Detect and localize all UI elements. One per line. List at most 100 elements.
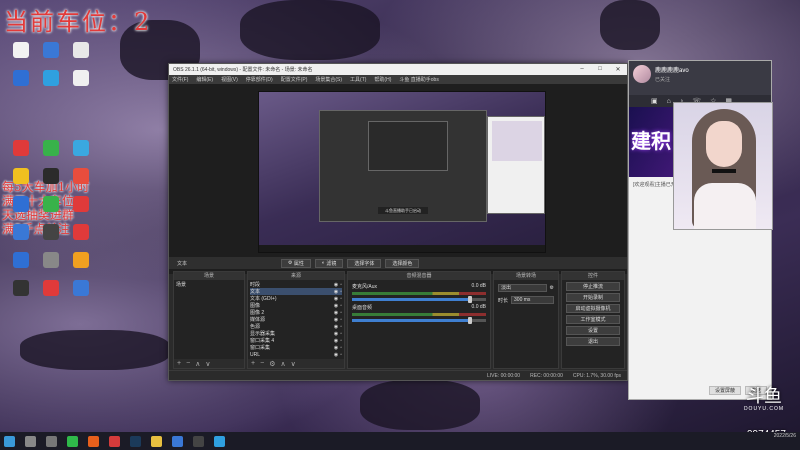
- desktop-shortcut-icon[interactable]: [6, 140, 36, 156]
- menu-douyu[interactable]: 斗鱼 直播助手obs: [399, 76, 438, 83]
- studio-mode-button[interactable]: 工作室模式: [566, 315, 620, 324]
- desktop-shortcut-icon[interactable]: [36, 42, 66, 58]
- stream-preview[interactable]: 斗鱼直播助手已启动: [258, 91, 546, 253]
- video-icon[interactable]: ▣: [651, 97, 658, 105]
- home-icon[interactable]: ⌂: [667, 98, 671, 105]
- menu-tools[interactable]: 工具(T): [350, 76, 366, 83]
- lock-icon[interactable]: ▫: [340, 338, 342, 344]
- wechat-icon[interactable]: [67, 435, 78, 447]
- transition-select[interactable]: 淡出: [498, 284, 547, 292]
- steam-icon[interactable]: [130, 435, 141, 447]
- add-icon[interactable]: +: [251, 360, 255, 367]
- menu-docks[interactable]: 停靠部件(D): [246, 76, 273, 83]
- exit-button[interactable]: 退出: [566, 337, 620, 346]
- desktop-shortcut-icon[interactable]: [36, 224, 66, 240]
- app-icon[interactable]: [172, 435, 183, 447]
- menu-help[interactable]: 帮助(H): [374, 76, 391, 83]
- source-item[interactable]: 时段 ◉ ▫: [250, 281, 342, 289]
- volume-slider[interactable]: [352, 317, 486, 324]
- menu-file[interactable]: 文件(F): [172, 76, 188, 83]
- filters-button[interactable]: ◐ 滤镜: [314, 258, 344, 268]
- start-recording-button[interactable]: 开始录制: [566, 293, 620, 302]
- lock-icon[interactable]: ▫: [340, 324, 342, 330]
- task-view-icon[interactable]: [46, 435, 57, 447]
- source-item[interactable]: 文本 ◉ ▫: [250, 288, 342, 295]
- lock-icon[interactable]: ▫: [340, 317, 342, 323]
- menu-view[interactable]: 视图(V): [221, 76, 238, 83]
- desktop-shortcut-icon[interactable]: [36, 70, 66, 86]
- duration-input[interactable]: 300 ms: [511, 296, 554, 304]
- gear-icon[interactable]: ⚙: [550, 285, 554, 291]
- desktop-shortcut-icon[interactable]: [36, 196, 66, 212]
- scene-item[interactable]: 场景: [176, 281, 242, 288]
- remove-icon[interactable]: −: [260, 360, 264, 367]
- desktop-shortcut-icon[interactable]: [6, 42, 36, 58]
- desktop-shortcut-icon[interactable]: [36, 252, 66, 268]
- source-item[interactable]: 窗口采集 4 ◉ ▫: [250, 337, 342, 345]
- desktop-shortcut-icon[interactable]: [66, 224, 96, 240]
- obs-window[interactable]: OBS 26.1.1 (64-bit, windows) - 配置文件: 未命名…: [168, 63, 628, 381]
- desktop-shortcut-icon[interactable]: [66, 196, 96, 212]
- obs-icon[interactable]: [193, 435, 204, 447]
- desktop-shortcut-icon[interactable]: [66, 280, 96, 296]
- lock-icon[interactable]: ▫: [340, 282, 342, 288]
- add-icon[interactable]: +: [177, 360, 181, 367]
- minimize-icon[interactable]: –: [573, 66, 591, 73]
- lock-icon[interactable]: ▫: [340, 331, 342, 337]
- desktop-shortcut-icon[interactable]: [66, 70, 96, 86]
- lock-icon[interactable]: ▫: [340, 352, 342, 358]
- desktop-shortcut-icon[interactable]: [36, 280, 66, 296]
- desktop-shortcut-icon[interactable]: [6, 252, 36, 268]
- desktop-shortcut-icon[interactable]: [6, 70, 36, 86]
- close-icon[interactable]: ✕: [609, 66, 627, 73]
- menu-edit[interactable]: 编辑(E): [196, 76, 213, 83]
- source-item[interactable]: 色源 ◉ ▫: [250, 323, 342, 331]
- settings-button[interactable]: 设置: [566, 326, 620, 335]
- desktop-shortcut-icon[interactable]: [36, 140, 66, 156]
- douyu-icon[interactable]: [88, 435, 99, 447]
- visibility-icon[interactable]: ◉: [334, 310, 338, 316]
- select-color-button[interactable]: 选择颜色: [385, 258, 420, 268]
- remove-icon[interactable]: −: [186, 360, 190, 367]
- visibility-icon[interactable]: ◉: [334, 352, 338, 358]
- lock-icon[interactable]: ▫: [340, 310, 342, 316]
- desktop-shortcut-icon[interactable]: [36, 168, 66, 184]
- stop-streaming-button[interactable]: 停止推流: [566, 282, 620, 291]
- obs-titlebar[interactable]: OBS 26.1.1 (64-bit, windows) - 配置文件: 未命名…: [169, 64, 627, 75]
- visibility-icon[interactable]: ◉: [334, 303, 338, 309]
- desktop-shortcut-icon[interactable]: [66, 168, 96, 184]
- visibility-icon[interactable]: ◉: [334, 282, 338, 288]
- desktop-shortcut-icon[interactable]: [6, 224, 36, 240]
- virtual-camera-button[interactable]: 启动虚拟摄像机: [566, 304, 620, 313]
- properties-button[interactable]: ⚙ 属性: [281, 258, 311, 268]
- search-icon[interactable]: [25, 435, 36, 447]
- menu-profile[interactable]: 配置文件(P): [281, 76, 308, 83]
- visibility-icon[interactable]: ◉: [334, 296, 338, 302]
- netease-icon[interactable]: [109, 435, 120, 447]
- volume-slider[interactable]: [352, 296, 486, 303]
- settings-icon[interactable]: ⚙: [269, 360, 275, 368]
- visibility-icon[interactable]: ◉: [334, 317, 338, 323]
- visibility-icon[interactable]: ◉: [334, 338, 338, 344]
- lock-icon[interactable]: ▫: [340, 303, 342, 309]
- up-icon[interactable]: ∧: [280, 360, 285, 368]
- block-settings-button[interactable]: 设置屏蔽: [708, 386, 741, 395]
- source-item[interactable]: 媒体源 ◉ ▫: [250, 316, 342, 324]
- source-item[interactable]: 窗口采集 ◉ ▫: [250, 344, 342, 352]
- source-item[interactable]: 显示器采集 ◉ ▫: [250, 330, 342, 338]
- source-item[interactable]: URL ◉ ▫: [250, 351, 342, 358]
- up-icon[interactable]: ∧: [195, 360, 200, 368]
- explorer-icon[interactable]: [151, 435, 162, 447]
- visibility-icon[interactable]: ◉: [334, 331, 338, 337]
- source-item[interactable]: 图像 ◉ ▫: [250, 302, 342, 310]
- visibility-icon[interactable]: ◉: [334, 345, 338, 351]
- visibility-icon[interactable]: ◉: [334, 324, 338, 330]
- down-icon[interactable]: ∨: [291, 360, 296, 368]
- lock-icon[interactable]: ▫: [340, 289, 342, 295]
- desktop-shortcut-icon[interactable]: [66, 140, 96, 156]
- maximize-icon[interactable]: □: [591, 66, 609, 73]
- source-item[interactable]: 图像 2 ◉ ▫: [250, 309, 342, 317]
- desktop-shortcut-icon[interactable]: [66, 42, 96, 58]
- lock-icon[interactable]: ▫: [340, 345, 342, 351]
- desktop-shortcut-icon[interactable]: [6, 168, 36, 184]
